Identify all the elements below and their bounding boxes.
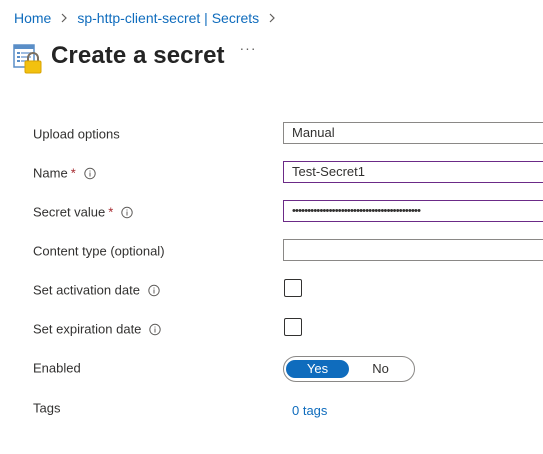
upload-options-row: Upload options Manual <box>0 122 543 146</box>
chevron-right-icon <box>57 11 71 25</box>
content-type-row: Content type (optional) <box>0 239 543 263</box>
info-icon[interactable] <box>149 323 162 335</box>
name-label-text: Name <box>33 165 68 181</box>
name-row: Name * Test-Secret1 <box>0 161 543 185</box>
expiration-date-label-text: Set expiration date <box>33 321 142 337</box>
activation-date-label: Set activation date <box>33 283 160 298</box>
info-icon[interactable] <box>121 206 134 218</box>
tags-label-text: Tags <box>33 400 61 416</box>
info-icon[interactable] <box>148 284 160 296</box>
activation-date-checkbox[interactable] <box>284 279 302 297</box>
secret-value-row: Secret value * •••••••••••••••••••••••••… <box>0 200 543 224</box>
content-type-label-text: Content type (optional) <box>33 243 165 259</box>
name-field[interactable]: Test-Secret1 <box>283 161 543 183</box>
enabled-label-text: Enabled <box>33 360 81 376</box>
activation-date-label-text: Set activation date <box>33 282 140 298</box>
enabled-row: Enabled Yes No <box>0 356 543 382</box>
key-vault-secret-icon <box>12 38 44 74</box>
content-type-field[interactable] <box>283 239 543 261</box>
enabled-toggle: Yes No <box>283 356 415 382</box>
upload-options-label: Upload options <box>33 127 120 142</box>
enabled-no-option[interactable]: No <box>349 360 412 378</box>
name-label: Name * <box>33 166 96 181</box>
expiration-date-row: Set expiration date <box>0 317 543 341</box>
info-icon[interactable] <box>84 167 96 179</box>
tags-label: Tags <box>33 401 60 416</box>
breadcrumb: Home sp-http-client-secret | Secrets <box>14 9 285 27</box>
more-options-button[interactable]: ··· <box>236 40 260 60</box>
upload-options-label-text: Upload options <box>33 126 120 142</box>
content-type-label: Content type (optional) <box>33 244 165 259</box>
secret-value-label-text: Secret value <box>33 204 106 220</box>
tags-link[interactable]: 0 tags <box>292 403 327 418</box>
upload-options-select[interactable]: Manual <box>283 122 543 144</box>
expiration-date-checkbox[interactable] <box>284 318 302 336</box>
enabled-label: Enabled <box>33 361 81 376</box>
chevron-right-icon <box>265 11 279 25</box>
enabled-yes-option[interactable]: Yes <box>286 360 349 378</box>
expiration-date-label: Set expiration date <box>33 321 162 337</box>
secret-value-label: Secret value * <box>33 204 134 220</box>
breadcrumb-secrets-link[interactable]: sp-http-client-secret | Secrets <box>77 10 259 26</box>
activation-date-row: Set activation date <box>0 278 543 302</box>
tags-row: Tags 0 tags <box>0 396 543 420</box>
secret-value-field[interactable]: ••••••••••••••••••••••••••••••••••••••••… <box>283 200 543 222</box>
required-asterisk: * <box>70 165 76 181</box>
required-asterisk: * <box>108 204 114 220</box>
page-title: Create a secret <box>51 42 225 69</box>
breadcrumb-home-link[interactable]: Home <box>14 10 51 26</box>
page-header: Create a secret ··· <box>12 36 256 76</box>
